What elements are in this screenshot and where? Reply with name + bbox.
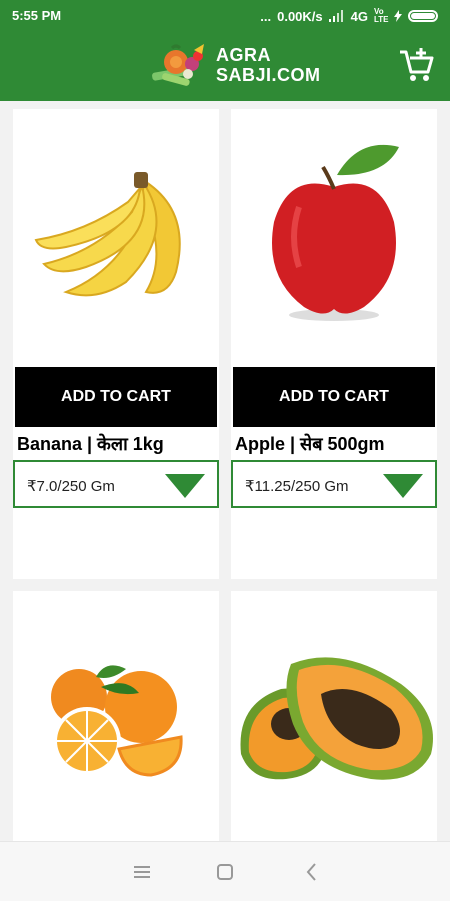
product-card-apple[interactable]: ADD TO CART Apple | सेब 500gm ₹11.25/250… (231, 109, 437, 579)
selected-option: ₹11.25/250 Gm (245, 478, 349, 495)
system-nav-bar (0, 841, 450, 901)
volte-label: Vo LTE (374, 7, 389, 24)
app-bar: AGRA SABJI.COM (0, 32, 450, 101)
add-to-cart-button[interactable]: ADD TO CART (15, 367, 217, 427)
oranges-image (51, 664, 183, 777)
vegetables-logo-icon (152, 44, 204, 86)
product-image[interactable] (13, 591, 219, 836)
product-card-papaya[interactable] (231, 591, 437, 841)
battery-icon (408, 10, 438, 22)
apple-image (272, 144, 399, 321)
app-logo[interactable]: AGRA SABJI.COM (148, 42, 321, 88)
signal-icon (328, 10, 343, 22)
notification-dots: ... (260, 8, 272, 24)
papaya-image (240, 656, 433, 780)
product-image[interactable] (231, 591, 437, 836)
product-name: Banana | केला 1kg (17, 434, 164, 454)
add-shopping-cart-icon[interactable] (398, 46, 436, 84)
product-image[interactable] (231, 109, 437, 354)
menu-icon[interactable] (130, 860, 154, 884)
product-image[interactable] (13, 109, 219, 354)
product-grid[interactable]: ADD TO CART Banana | केला 1kg ₹7.0/250 G… (0, 101, 450, 841)
dropdown-arrow-icon (383, 474, 423, 498)
charging-icon (394, 10, 402, 22)
status-bar: 5:55 PM ... 0.00K/s 4G Vo LTE (0, 0, 450, 32)
selected-option: ₹7.0/250 Gm (27, 478, 115, 495)
dropdown-arrow-icon (165, 474, 205, 498)
weight-price-dropdown[interactable]: ₹11.25/250 Gm (231, 460, 437, 508)
back-icon[interactable] (300, 860, 324, 884)
weight-price-dropdown[interactable]: ₹7.0/250 Gm (13, 460, 219, 508)
logo-text: AGRA SABJI.COM (216, 45, 321, 85)
product-card-oranges[interactable] (13, 591, 219, 841)
add-to-cart-button[interactable]: ADD TO CART (233, 367, 435, 427)
network-speed: 0.00K/s (277, 8, 323, 24)
status-indicators: ... 0.00K/s 4G Vo LTE (260, 8, 438, 24)
logo-line-2: SABJI.COM (216, 65, 321, 85)
home-square-icon[interactable] (213, 860, 237, 884)
logo-line-1: AGRA (216, 45, 271, 65)
status-time: 5:55 PM (12, 8, 62, 23)
banana-image (34, 171, 181, 296)
product-name: Apple | सेब 500gm (235, 434, 385, 454)
product-card-banana[interactable]: ADD TO CART Banana | केला 1kg ₹7.0/250 G… (13, 109, 219, 579)
network-type: 4G (350, 8, 368, 24)
